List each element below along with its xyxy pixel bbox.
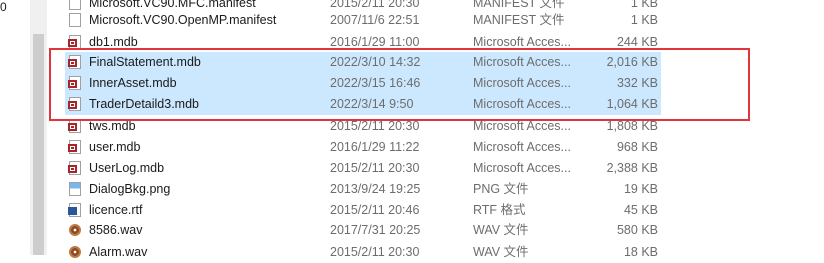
file-size: 2,388 KB bbox=[606, 161, 658, 175]
nav-tree-item-label[interactable]: 0 bbox=[0, 0, 7, 14]
file-size: 45 KB bbox=[623, 203, 658, 217]
file-name: 8586.wav bbox=[89, 223, 143, 237]
access-database-icon bbox=[68, 119, 81, 133]
wav-audio-icon bbox=[69, 224, 81, 236]
scrollbar-thumb[interactable] bbox=[33, 34, 44, 255]
file-row[interactable]: licence.rtf 2015/2/11 20:46 RTF 格式 45 KB bbox=[65, 200, 661, 221]
file-list: Microsoft.VC90.MFC.manifest 2015/2/11 20… bbox=[47, 0, 824, 259]
access-database-icon bbox=[68, 140, 81, 154]
file-row[interactable]: 8586.wav 2017/7/31 20:25 WAV 文件 580 KB bbox=[65, 220, 661, 241]
annotation-highlight-box bbox=[49, 48, 750, 121]
file-date-modified: 2015/2/11 20:46 bbox=[330, 203, 420, 217]
png-image-icon bbox=[69, 182, 81, 196]
file-size: 1 KB bbox=[630, 13, 658, 27]
file-type: MANIFEST 文件 bbox=[473, 13, 565, 27]
file-name: DialogBkg.png bbox=[89, 182, 171, 196]
file-size: 18 KB bbox=[623, 245, 658, 259]
file-row[interactable]: UserLog.mdb 2015/2/11 20:30 Microsoft Ac… bbox=[65, 158, 661, 179]
file-type: Microsoft Acces... bbox=[473, 161, 571, 175]
file-date-modified: 2007/11/6 22:51 bbox=[330, 13, 420, 27]
access-database-icon bbox=[68, 35, 81, 49]
file-name: Alarm.wav bbox=[89, 245, 148, 259]
navigation-pane-scrollbar[interactable] bbox=[30, 0, 47, 255]
navigation-pane: 0 bbox=[0, 0, 30, 255]
manifest-file-icon bbox=[69, 0, 81, 10]
file-date-modified: 2017/7/31 20:25 bbox=[330, 223, 421, 237]
file-type: RTF 格式 bbox=[473, 203, 526, 217]
file-date-modified: 2015/2/11 20:30 bbox=[330, 245, 420, 259]
file-row[interactable]: Microsoft.VC90.OpenMP.manifest 2007/11/6… bbox=[65, 10, 661, 31]
file-name: Microsoft.VC90.OpenMP.manifest bbox=[89, 13, 277, 27]
file-size: 19 KB bbox=[623, 182, 658, 196]
wav-audio-icon bbox=[69, 246, 81, 258]
file-name: licence.rtf bbox=[89, 203, 143, 217]
manifest-file-icon bbox=[69, 13, 81, 27]
file-type: WAV 文件 bbox=[473, 245, 529, 259]
file-row[interactable]: DialogBkg.png 2013/9/24 19:25 PNG 文件 19 … bbox=[65, 179, 661, 200]
file-size: 580 KB bbox=[616, 223, 658, 237]
file-date-modified: 2016/1/29 11:22 bbox=[330, 140, 420, 154]
file-date-modified: 2015/2/11 20:30 bbox=[330, 161, 420, 175]
file-type: PNG 文件 bbox=[473, 182, 529, 196]
file-type: WAV 文件 bbox=[473, 223, 529, 237]
file-row[interactable]: user.mdb 2016/1/29 11:22 Microsoft Acces… bbox=[65, 137, 661, 158]
file-name: user.mdb bbox=[89, 140, 141, 154]
access-database-icon bbox=[68, 161, 81, 175]
file-date-modified: 2013/9/24 19:25 bbox=[330, 182, 421, 196]
rtf-document-icon bbox=[68, 203, 81, 217]
file-size: 968 KB bbox=[616, 140, 658, 154]
file-row[interactable]: Alarm.wav 2015/2/11 20:30 WAV 文件 18 KB bbox=[65, 242, 661, 263]
file-type: Microsoft Acces... bbox=[473, 140, 571, 154]
file-name: UserLog.mdb bbox=[89, 161, 165, 175]
